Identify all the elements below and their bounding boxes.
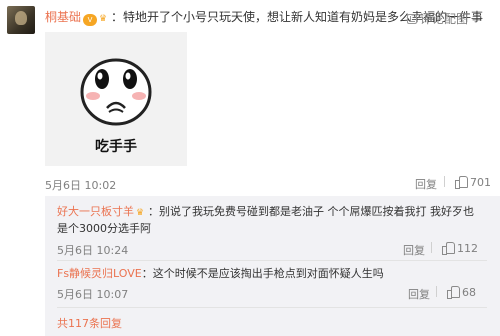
comment-sticker-image[interactable]: 吃手手 bbox=[45, 32, 187, 166]
reply-divider bbox=[57, 307, 487, 308]
divider-line bbox=[436, 286, 437, 299]
comment-date: 5月6日 10:02 bbox=[45, 179, 117, 192]
vip-icon: V bbox=[83, 14, 98, 26]
reply-button-label: 回复 bbox=[408, 288, 430, 301]
like-count: 112 bbox=[457, 242, 478, 255]
view-image-link[interactable]: 评论配图 bbox=[407, 10, 468, 27]
reply-line: Fs静候灵归LOVE：这个时候不是应该掏出手枪点到对面怀疑人生吗 bbox=[57, 265, 482, 282]
reply-username[interactable]: 好大一只板寸羊 bbox=[57, 205, 134, 218]
replies-panel: 好大一只板寸羊 ♛ ：别说了我玩免费号碰到都是老油子 个个屌爆匹按着我打 我好歹也是… bbox=[45, 196, 500, 336]
reply-text: 这个时候不是应该掏出手枪点到对面怀疑人生吗 bbox=[152, 267, 384, 280]
more-replies-link[interactable]: 共117条回复 bbox=[57, 315, 122, 331]
view-image-label: 评论配图 bbox=[420, 12, 469, 26]
like-count: 701 bbox=[470, 176, 491, 189]
like-button[interactable]: 68 bbox=[447, 286, 476, 299]
thumb-up-icon bbox=[442, 242, 455, 255]
reply-username[interactable]: Fs静候灵归LOVE bbox=[57, 267, 142, 280]
divider-line bbox=[431, 242, 432, 255]
thumb-up-icon bbox=[455, 176, 468, 189]
comment-separator: ： bbox=[111, 10, 124, 24]
like-count: 68 bbox=[462, 286, 476, 299]
reply-divider bbox=[57, 260, 487, 261]
reply-button-label: 回复 bbox=[403, 244, 425, 257]
crown-icon: ♛ bbox=[99, 14, 108, 24]
reply-button[interactable]: 回复 bbox=[408, 286, 430, 302]
reply-separator: ： bbox=[141, 267, 153, 280]
thumb-up-icon bbox=[447, 286, 460, 299]
crown-icon: ♛ bbox=[136, 208, 145, 218]
reply-button[interactable]: 回复 bbox=[403, 242, 425, 258]
like-button[interactable]: 701 bbox=[455, 176, 491, 189]
divider-line bbox=[444, 176, 445, 189]
reply-separator: ： bbox=[148, 205, 159, 218]
reply-line: 好大一只板寸羊 ♛ ：别说了我玩免费号碰到都是老油子 个个屌爆匹按着我打 我好歹也是… bbox=[57, 203, 482, 237]
reply-button-label: 回复 bbox=[415, 178, 437, 191]
sticker-caption: 吃手手 bbox=[95, 139, 137, 155]
reply-date: 5月6日 10:24 bbox=[57, 244, 129, 257]
report-icon bbox=[407, 14, 417, 24]
avatar[interactable] bbox=[7, 6, 35, 34]
reply-button[interactable]: 回复 bbox=[415, 176, 437, 192]
reply-date: 5月6日 10:07 bbox=[57, 288, 129, 301]
like-button[interactable]: 112 bbox=[442, 242, 478, 255]
comment-username[interactable]: 桐基础 bbox=[45, 10, 81, 24]
